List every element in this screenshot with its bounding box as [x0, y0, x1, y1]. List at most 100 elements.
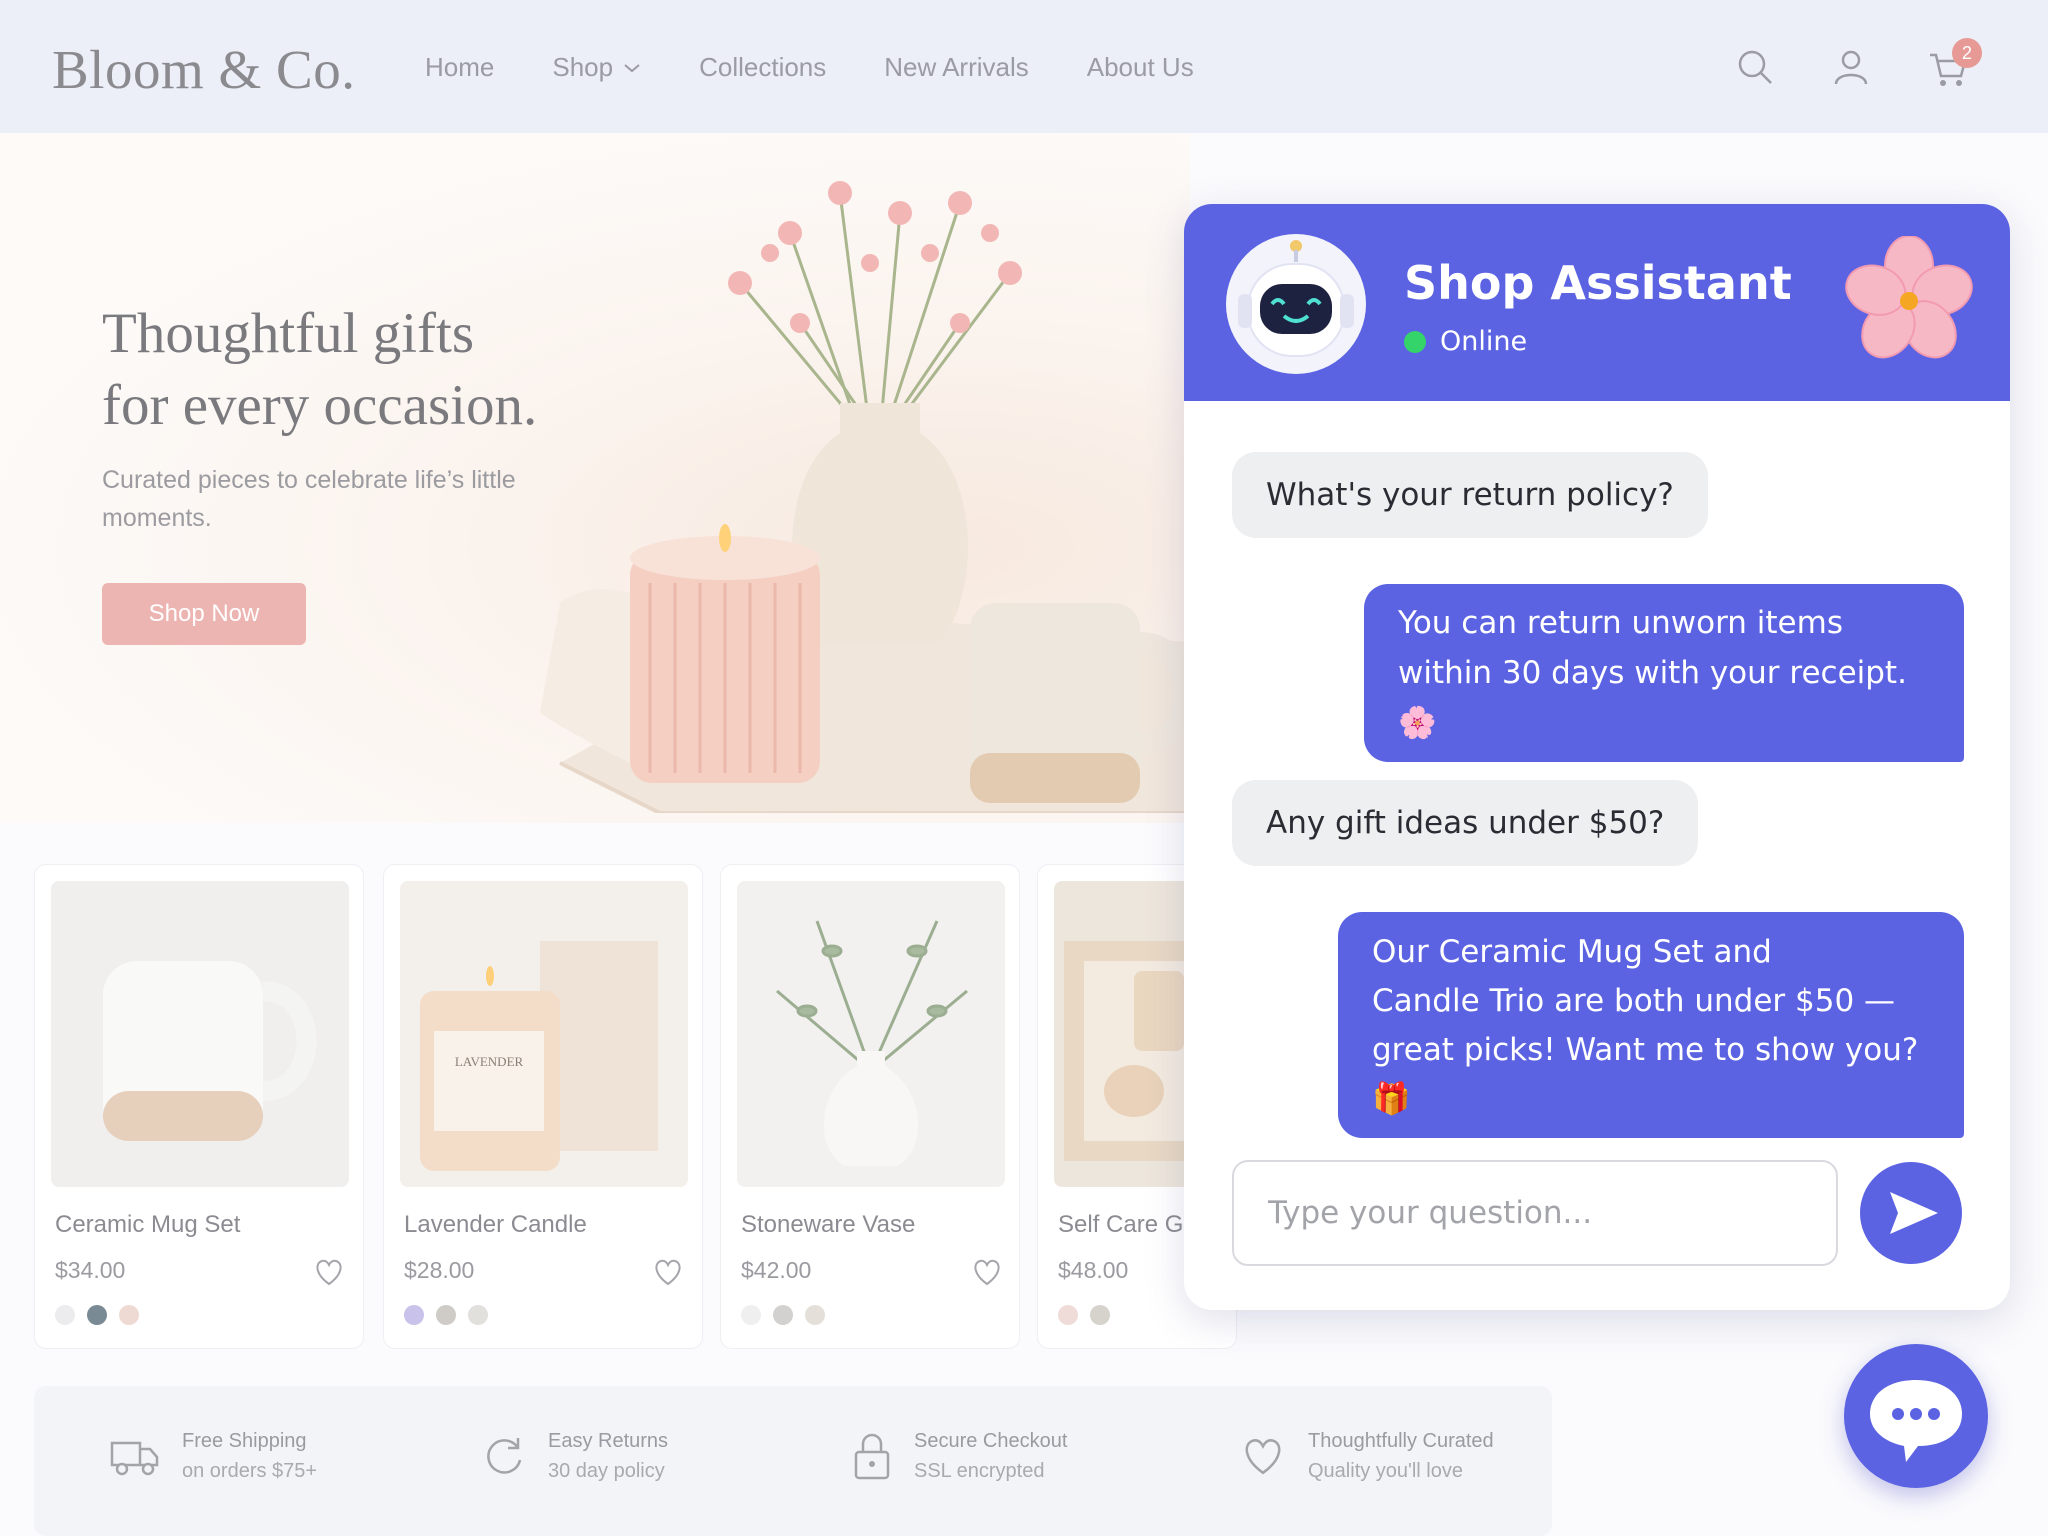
- shop-now-button[interactable]: Shop Now: [102, 583, 306, 645]
- swatch[interactable]: [1058, 1305, 1078, 1325]
- user-message: What's your return policy?: [1232, 452, 1708, 538]
- product-card[interactable]: Stoneware Vase $42.00: [720, 864, 1020, 1349]
- nav-new-arrivals[interactable]: New Arrivals: [884, 52, 1028, 83]
- swatch[interactable]: [468, 1305, 488, 1325]
- product-image-vase[interactable]: [737, 881, 1005, 1187]
- swatch[interactable]: [436, 1305, 456, 1325]
- feature-free-shipping: Free Shipping on orders $75+: [110, 1426, 317, 1486]
- online-status-dot: [1404, 330, 1426, 353]
- feature-subtitle: SSL encrypted: [914, 1460, 1045, 1482]
- lock-icon: [854, 1433, 890, 1480]
- product-price: $48.00: [1058, 1257, 1129, 1283]
- product-price: $34.00: [55, 1257, 126, 1283]
- color-swatches: [404, 1305, 488, 1325]
- product-price: $42.00: [741, 1257, 812, 1283]
- swatch[interactable]: [741, 1305, 761, 1325]
- product-name[interactable]: Lavender Candle: [404, 1211, 587, 1239]
- robot-icon: [1238, 240, 1354, 357]
- send-icon: [1890, 1192, 1938, 1234]
- status-label: Online: [1440, 326, 1528, 357]
- swatch[interactable]: [404, 1305, 424, 1325]
- candle-illustration: LAVENDER: [420, 941, 658, 1171]
- chevron-down-icon: [624, 63, 640, 72]
- user-message: Any gift ideas under $50?: [1232, 780, 1699, 866]
- chat-launcher-button[interactable]: [1844, 1344, 1988, 1488]
- swatch[interactable]: [55, 1305, 75, 1325]
- heart-icon[interactable]: [652, 1257, 684, 1287]
- color-swatches: [55, 1305, 139, 1325]
- chat-message-input[interactable]: [1232, 1160, 1838, 1266]
- feature-title: Easy Returns: [548, 1430, 669, 1452]
- vase-illustration: [776, 920, 968, 1166]
- user-icon[interactable]: [1832, 48, 1870, 86]
- bot-message-line: great picks! Want me to show you? 🎁: [1372, 1032, 1919, 1117]
- feature-thoughtfully-curated: Thoughtfully Curated Quality you'll love: [1240, 1426, 1494, 1486]
- hero-product-image: [540, 181, 1190, 813]
- product-name[interactable]: Ceramic Mug Set: [55, 1211, 240, 1239]
- bot-message-line: within 30 days with your receipt. 🌸: [1398, 655, 1907, 741]
- bot-message-line: Our Ceramic Mug Set and: [1372, 934, 1772, 970]
- product-name[interactable]: Stoneware Vase: [741, 1211, 915, 1239]
- bot-message-line: You can return unworn items: [1398, 605, 1843, 641]
- hero-banner: Thoughtful gifts for every occasion. Cur…: [0, 133, 1190, 823]
- nav-about-us[interactable]: About Us: [1087, 52, 1194, 83]
- nav-about-us-label: About Us: [1086, 52, 1194, 82]
- mug-illustration: [103, 961, 317, 1141]
- chat-header: Shop Assistant Online: [1184, 204, 2010, 401]
- nav-shop-label: Shop: [552, 52, 614, 82]
- hero-title-line-1: Thoughtful gifts: [102, 302, 475, 365]
- product-card[interactable]: Ceramic Mug Set $34.00: [34, 864, 364, 1349]
- feature-subtitle: Quality you'll love: [1308, 1460, 1463, 1482]
- features-strip: Free Shipping on orders $75+ Easy Returns…: [34, 1386, 1552, 1536]
- feature-title: Secure Checkout: [914, 1430, 1068, 1452]
- swatch[interactable]: [805, 1305, 825, 1325]
- feature-subtitle: on orders $75+: [182, 1460, 318, 1482]
- feature-easy-returns: Easy Returns 30 day policy: [482, 1426, 668, 1486]
- nav-home[interactable]: Home: [425, 52, 494, 83]
- site-header: Bloom & Co. Home Shop Collections New Ar…: [0, 0, 2048, 133]
- bot-message: Our Ceramic Mug Set and Candle Trio are …: [1338, 912, 1964, 1138]
- bot-message: You can return unworn items within 30 da…: [1364, 584, 1964, 762]
- nav-collections-label: Collections: [699, 52, 827, 82]
- color-swatches: [1058, 1305, 1110, 1325]
- refresh-icon: [487, 1438, 522, 1474]
- brand-logo[interactable]: Bloom & Co.: [52, 38, 355, 101]
- swatch[interactable]: [1090, 1305, 1110, 1325]
- nav-collections[interactable]: Collections: [699, 52, 826, 83]
- nav-shop[interactable]: Shop: [552, 52, 641, 83]
- chat-status: Online: [1404, 326, 1527, 357]
- feature-subtitle: 30 day policy: [548, 1460, 665, 1482]
- feature-title: Free Shipping: [182, 1430, 307, 1452]
- hero-title-line-2: for every occasion.: [102, 374, 538, 437]
- swatch[interactable]: [119, 1305, 139, 1325]
- feature-title: Thoughtfully Curated: [1308, 1430, 1494, 1452]
- nav-new-arrivals-label: New Arrivals: [884, 52, 1029, 82]
- truck-icon: [110, 1441, 159, 1476]
- bot-avatar: [1226, 234, 1366, 374]
- product-name[interactable]: Self Care Gi: [1058, 1211, 1189, 1239]
- heart-icon: [1245, 1439, 1281, 1475]
- heart-icon[interactable]: [313, 1257, 345, 1287]
- svg-text:LAVENDER: LAVENDER: [455, 1054, 524, 1069]
- nav-home-label: Home: [425, 52, 495, 82]
- product-price: $28.00: [404, 1257, 475, 1283]
- hero-subtitle: Curated pieces to celebrate life’s littl…: [102, 466, 516, 532]
- hero-title: Thoughtful gifts for every occasion.: [102, 298, 537, 442]
- heart-icon[interactable]: [971, 1257, 1003, 1287]
- main-nav: Home Shop Collections New Arrivals About…: [425, 52, 1252, 83]
- chat-widget: Shop Assistant Online What's your return…: [1184, 204, 2010, 1310]
- product-image-candle[interactable]: LAVENDER: [400, 881, 688, 1187]
- swatch[interactable]: [87, 1305, 107, 1325]
- swatch[interactable]: [773, 1305, 793, 1325]
- search-icon[interactable]: [1736, 48, 1774, 86]
- chat-title: Shop Assistant: [1404, 256, 1792, 310]
- chat-bubble-icon: [1870, 1380, 1962, 1462]
- product-card[interactable]: LAVENDER Lavender Candle $28.00: [383, 864, 703, 1349]
- cart-count-badge: 2: [1952, 38, 1982, 68]
- product-image-mug[interactable]: [51, 881, 349, 1187]
- send-button[interactable]: [1860, 1162, 1962, 1264]
- bot-message-line: Candle Trio are both under $50 —: [1372, 983, 1896, 1019]
- cherry-blossom-icon: [1845, 236, 1973, 359]
- color-swatches: [741, 1305, 825, 1325]
- feature-secure-checkout: Secure Checkout SSL encrypted: [852, 1426, 1067, 1486]
